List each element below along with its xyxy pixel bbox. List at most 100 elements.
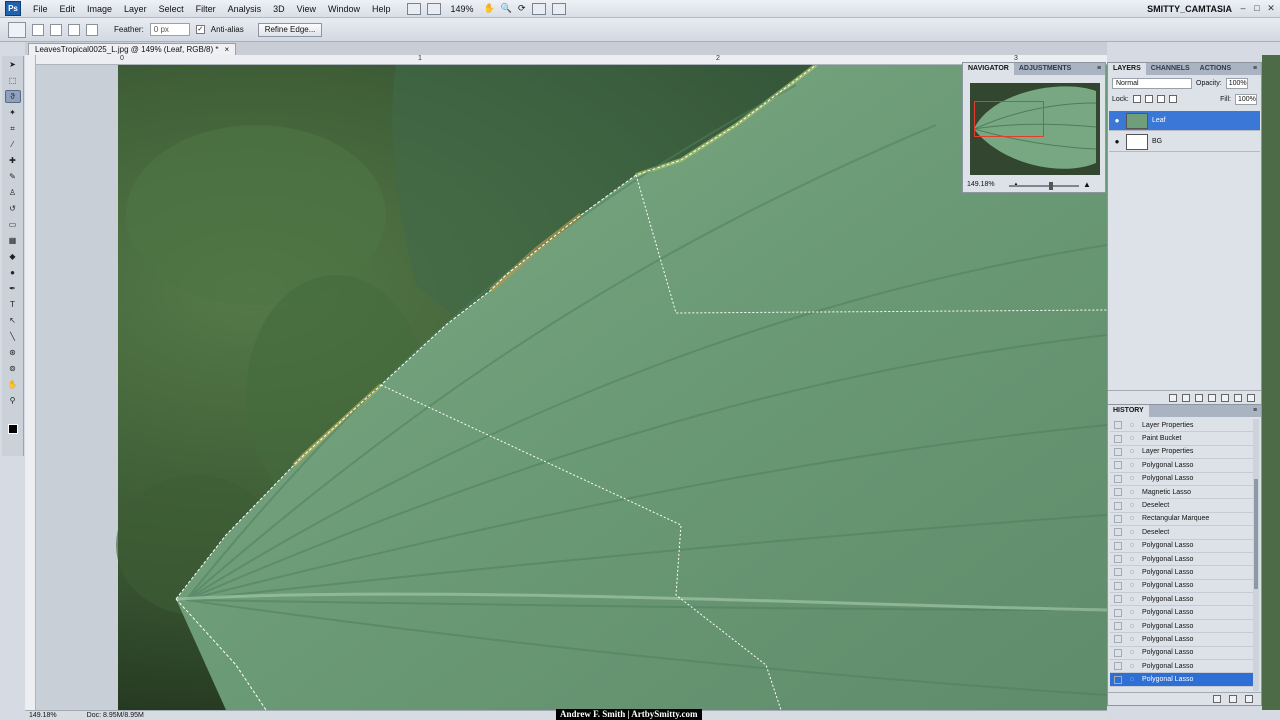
shape-tool-icon[interactable]: ╲ — [5, 330, 21, 343]
history-item[interactable]: ◌ Layer Properties — [1110, 419, 1254, 433]
history-source-checkbox[interactable] — [1114, 581, 1122, 590]
panel-menu-icon[interactable]: ≡ — [1093, 63, 1105, 75]
lasso-tool-icon[interactable]: ϑ — [4, 90, 21, 103]
history-item[interactable]: ◌ Polygonal Lasso — [1110, 647, 1254, 661]
opacity-input[interactable]: 100% — [1225, 77, 1248, 89]
navigator-view-box[interactable] — [974, 101, 1044, 137]
history-item[interactable]: ◌ Polygonal Lasso — [1110, 566, 1254, 580]
eyedropper-tool-icon[interactable]: ⁄ — [5, 138, 21, 151]
history-item[interactable]: ◌ Paint Bucket — [1110, 432, 1254, 446]
status-doc-size[interactable]: Doc: 8.95M/8.95M — [87, 712, 144, 719]
history-source-checkbox[interactable] — [1114, 662, 1122, 671]
visibility-eye-icon[interactable]: ● — [1112, 116, 1122, 126]
rotate-view-icon[interactable]: ⟳ — [518, 3, 526, 14]
menu-help[interactable]: Help — [366, 0, 397, 18]
maximize-icon[interactable]: □ — [1252, 3, 1262, 13]
history-scrollbar[interactable] — [1253, 419, 1259, 691]
menu-filter[interactable]: Filter — [190, 0, 222, 18]
history-source-checkbox[interactable] — [1114, 568, 1122, 577]
history-item[interactable]: ◌ Polygonal Lasso — [1110, 673, 1254, 687]
history-item[interactable]: ◌ Polygonal Lasso — [1110, 633, 1254, 647]
navigator-thumbnail[interactable] — [970, 83, 1100, 175]
tab-layers[interactable]: LAYERS — [1108, 63, 1146, 75]
zoom-level[interactable]: 149% — [447, 4, 478, 14]
panel-menu-icon[interactable]: ≡ — [1249, 405, 1261, 417]
marquee-tool-icon[interactable]: ⬚ — [5, 74, 21, 87]
delete-state-icon[interactable] — [1245, 695, 1253, 703]
history-source-checkbox[interactable] — [1114, 622, 1122, 631]
arrange-documents-icon[interactable] — [531, 2, 546, 15]
zoom-in-icon[interactable]: ▲ — [1083, 180, 1091, 189]
fill-input[interactable]: 100% — [1235, 93, 1257, 105]
new-snapshot-icon[interactable] — [1229, 695, 1237, 703]
history-source-checkbox[interactable] — [1114, 434, 1122, 443]
screen-mode-icon[interactable] — [551, 2, 566, 15]
history-source-checkbox[interactable] — [1114, 595, 1122, 604]
tool-preset-picker[interactable] — [8, 21, 26, 38]
hand-tool-icon[interactable]: ✋ — [484, 3, 495, 14]
history-source-checkbox[interactable] — [1114, 474, 1122, 483]
antialias-checkbox[interactable]: ✓ — [195, 25, 205, 34]
history-item[interactable]: ◌ Rectangular Marquee — [1110, 513, 1254, 527]
clone-stamp-tool-icon[interactable]: ♙ — [5, 186, 21, 199]
menu-file[interactable]: File — [27, 0, 54, 18]
history-source-checkbox[interactable] — [1114, 514, 1122, 523]
history-source-checkbox[interactable] — [1114, 488, 1122, 497]
navigator-slider-knob[interactable] — [1049, 182, 1053, 190]
visibility-eye-icon[interactable]: ● — [1112, 137, 1122, 147]
subtract-selection-mode[interactable] — [68, 23, 80, 36]
menu-layer[interactable]: Layer — [118, 0, 153, 18]
zoom-tool-icon[interactable]: ⚲ — [5, 394, 21, 407]
menu-image[interactable]: Image — [81, 0, 118, 18]
3d-rotate-tool-icon[interactable]: ⊛ — [5, 346, 21, 359]
history-source-checkbox[interactable] — [1114, 461, 1122, 470]
history-source-checkbox[interactable] — [1114, 555, 1122, 564]
tab-navigator[interactable]: NAVIGATOR — [963, 63, 1014, 75]
history-source-checkbox[interactable] — [1114, 528, 1122, 537]
history-source-checkbox[interactable] — [1114, 635, 1122, 644]
brush-tool-icon[interactable]: ✎ — [5, 170, 21, 183]
history-item[interactable]: ◌ Polygonal Lasso — [1110, 580, 1254, 594]
close-icon[interactable]: ✕ — [1266, 3, 1276, 13]
foreground-color-swatch[interactable] — [8, 424, 18, 434]
tab-actions[interactable]: ACTIONS — [1195, 63, 1237, 75]
history-scroll-thumb[interactable] — [1254, 479, 1258, 589]
magic-wand-tool-icon[interactable]: ✦ — [5, 106, 21, 119]
history-source-checkbox[interactable] — [1114, 447, 1122, 456]
tab-history[interactable]: HISTORY — [1108, 405, 1149, 417]
history-item[interactable]: ◌ Deselect — [1110, 526, 1254, 540]
adjustment-layer-icon[interactable] — [1208, 393, 1216, 402]
history-source-checkbox[interactable] — [1114, 421, 1122, 430]
menu-window[interactable]: Window — [322, 0, 366, 18]
history-source-checkbox[interactable] — [1114, 608, 1122, 617]
layer-bg[interactable]: ● BG — [1109, 132, 1260, 152]
history-item[interactable]: ◌ Magnetic Lasso — [1110, 486, 1254, 500]
history-item[interactable]: ◌ Polygonal Lasso — [1110, 606, 1254, 620]
history-source-checkbox[interactable] — [1114, 648, 1122, 657]
navigator-zoom[interactable]: 149.18% — [967, 181, 995, 188]
refine-edge-button[interactable]: Refine Edge... — [257, 22, 323, 37]
history-item[interactable]: ◌ Deselect — [1110, 499, 1254, 513]
healing-brush-tool-icon[interactable]: ✚ — [5, 154, 21, 167]
workspace-switcher[interactable]: SMITTY_CAMTASIA — [1147, 0, 1232, 18]
history-source-checkbox[interactable] — [1114, 541, 1122, 550]
history-item[interactable]: ◌ Polygonal Lasso — [1110, 459, 1254, 473]
navigator-zoom-slider[interactable] — [1009, 185, 1079, 187]
crop-tool-icon[interactable]: ⌗ — [5, 122, 21, 135]
history-item[interactable]: ◌ Polygonal Lasso — [1110, 660, 1254, 674]
menu-view[interactable]: View — [291, 0, 322, 18]
tab-adjustments[interactable]: ADJUSTMENTS — [1014, 63, 1077, 75]
view-extras-icon[interactable] — [426, 2, 441, 15]
layer-leaf[interactable]: ● Leaf — [1109, 111, 1260, 131]
eraser-tool-icon[interactable]: ▭ — [5, 218, 21, 231]
history-source-checkbox[interactable] — [1114, 501, 1122, 510]
zoom-tool-icon[interactable]: 🔍 — [501, 3, 512, 14]
layer-mask-icon[interactable] — [1195, 393, 1203, 402]
new-layer-icon[interactable] — [1234, 393, 1242, 402]
new-selection-mode[interactable] — [32, 23, 44, 36]
document-tab[interactable]: LeavesTropical0025_L.jpg @ 149% (Leaf, R… — [28, 43, 237, 55]
history-item[interactable]: ◌ Polygonal Lasso — [1110, 473, 1254, 486]
lock-all-icon[interactable] — [1168, 95, 1177, 103]
gradient-tool-icon[interactable]: ▦ — [5, 234, 21, 247]
layer-style-icon[interactable] — [1182, 393, 1190, 402]
